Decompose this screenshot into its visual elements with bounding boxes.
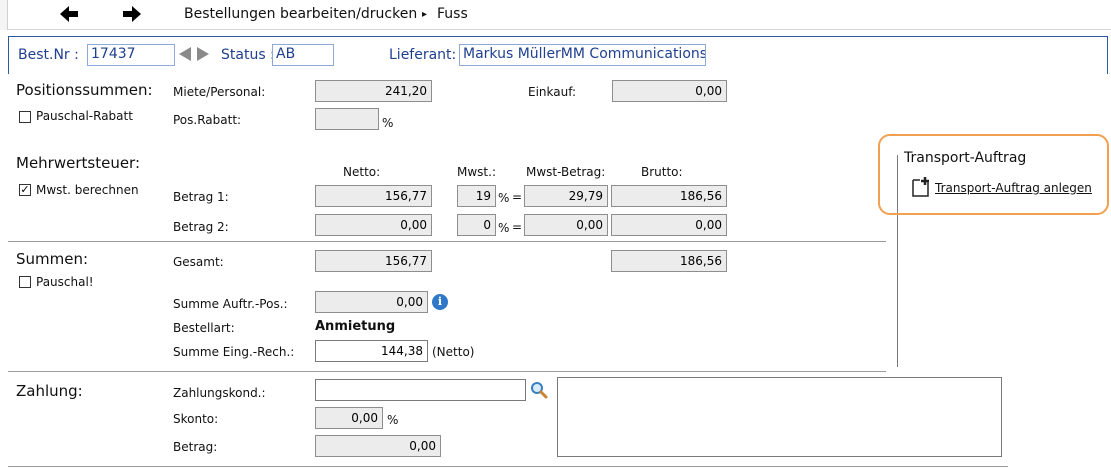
pauschal-checkbox[interactable]	[19, 276, 31, 288]
summe-eing-rech-field[interactable]: 144,38	[315, 340, 428, 362]
zahlungskond-label: Zahlungskond.:	[173, 386, 266, 400]
pauschal-rabatt-label: Pauschal-Rabatt	[36, 109, 133, 123]
column-brutto: Brutto:	[641, 165, 683, 179]
lieferant-field[interactable]: Markus MüllerMM Communications	[459, 44, 706, 66]
breadcrumb-item-fuss[interactable]: Fuss	[437, 6, 468, 22]
betrag-1-mwst-field: 19	[457, 185, 496, 207]
section-divider-summen	[8, 241, 886, 242]
miete-personal-label: Miete/Personal:	[173, 85, 266, 99]
betrag-1-equals: =	[512, 190, 523, 204]
mwst-berechnen-checkbox[interactable]: ✓	[19, 184, 31, 196]
zahlung-title: Zahlung:	[16, 382, 83, 400]
summe-eing-rech-label: Summe Eing.-Rech.:	[173, 345, 295, 359]
betrag-1-percent: %	[498, 191, 510, 205]
betrag-1-brutto-field: 186,56	[611, 185, 727, 207]
mwst-berechnen-label: Mwst. berechnen	[36, 183, 139, 197]
einkauf-label: Einkauf:	[528, 85, 577, 99]
pauschal-label: Pauschal!	[36, 275, 94, 289]
status-field[interactable]: AB	[272, 44, 334, 66]
checkmark-icon: ✓	[20, 183, 30, 196]
transport-highlight-box	[878, 134, 1109, 215]
toolbar-strip	[0, 0, 8, 30]
summe-auftr-pos-label: Summe Auftr.-Pos.:	[173, 297, 288, 311]
summe-eing-rech-suffix: (Netto)	[432, 345, 475, 359]
pos-rabatt-label: Pos.Rabatt:	[173, 113, 242, 127]
triangle-prev-next-icon[interactable]	[178, 46, 210, 62]
best-nr-label: Best.Nr :	[18, 47, 79, 63]
transport-auftrag-anlegen-link[interactable]: Transport-Auftrag anlegen	[935, 181, 1092, 195]
gesamt-brutto-field: 186,56	[611, 250, 727, 272]
breadcrumb-separator: ▸	[422, 9, 428, 20]
zahlung-memo-field[interactable]	[557, 377, 1002, 457]
skonto-field: 0,00	[315, 407, 383, 429]
positionssummen-title: Positionssummen:	[16, 81, 153, 99]
zahlungskond-field[interactable]	[315, 379, 526, 401]
bestellart-value: Anmietung	[315, 319, 396, 334]
skonto-label: Skonto:	[173, 412, 219, 426]
gesamt-label: Gesamt:	[173, 255, 224, 269]
column-mwst: Mwst.:	[457, 165, 496, 179]
pos-rabatt-unit: %	[382, 116, 394, 130]
arrow-right-icon[interactable]	[119, 4, 143, 24]
bottom-divider	[8, 466, 1008, 467]
betrag-1-mwst-betrag-field: 29,79	[524, 185, 608, 207]
best-nr-field[interactable]: 17437	[87, 44, 175, 66]
status-label: Status :	[221, 47, 275, 63]
betrag-2-equals: =	[512, 220, 523, 234]
betrag-2-mwst-betrag-field: 0,00	[524, 214, 608, 236]
betrag-2-brutto-field: 0,00	[611, 214, 727, 236]
toolbar: Bestellungen bearbeiten/drucken ▸ Fuss	[0, 0, 1111, 30]
breadcrumb-item-bestellungen[interactable]: Bestellungen bearbeiten/drucken	[184, 6, 417, 22]
einkauf-field: 0,00	[612, 80, 727, 102]
magnifier-icon[interactable]	[530, 381, 548, 399]
bestellart-label: Bestellart:	[173, 321, 235, 335]
betrag-field: 0,00	[315, 435, 441, 457]
betrag-2-label: Betrag 2:	[173, 220, 229, 234]
betrag-1-netto-field: 156,77	[315, 185, 432, 207]
mehrwertsteuer-title: Mehrwertsteuer:	[16, 154, 141, 172]
new-document-icon[interactable]	[911, 176, 931, 197]
lieferant-label: Lieferant:	[389, 47, 457, 63]
betrag-2-mwst-field: 0	[457, 214, 496, 236]
transport-auftrag-title: Transport-Auftrag	[904, 150, 1027, 166]
betrag-2-netto-field: 0,00	[315, 214, 432, 236]
skonto-unit: %	[387, 413, 399, 427]
betrag-label: Betrag:	[173, 440, 218, 454]
betrag-2-percent: %	[498, 221, 510, 235]
summen-title: Summen:	[16, 250, 89, 268]
miete-personal-field: 241,20	[315, 80, 432, 102]
pauschal-rabatt-checkbox[interactable]	[19, 111, 31, 123]
section-divider-zahlung	[8, 371, 886, 372]
column-netto: Netto:	[343, 165, 381, 179]
arrow-left-icon[interactable]	[58, 4, 82, 24]
gesamt-netto-field: 156,77	[315, 250, 432, 272]
info-icon[interactable]: i	[432, 294, 448, 310]
betrag-1-label: Betrag 1:	[173, 190, 229, 204]
pos-rabatt-field	[315, 108, 379, 130]
column-mwst-betrag: Mwst-Betrag:	[526, 165, 606, 179]
summe-auftr-pos-field: 0,00	[315, 291, 428, 313]
